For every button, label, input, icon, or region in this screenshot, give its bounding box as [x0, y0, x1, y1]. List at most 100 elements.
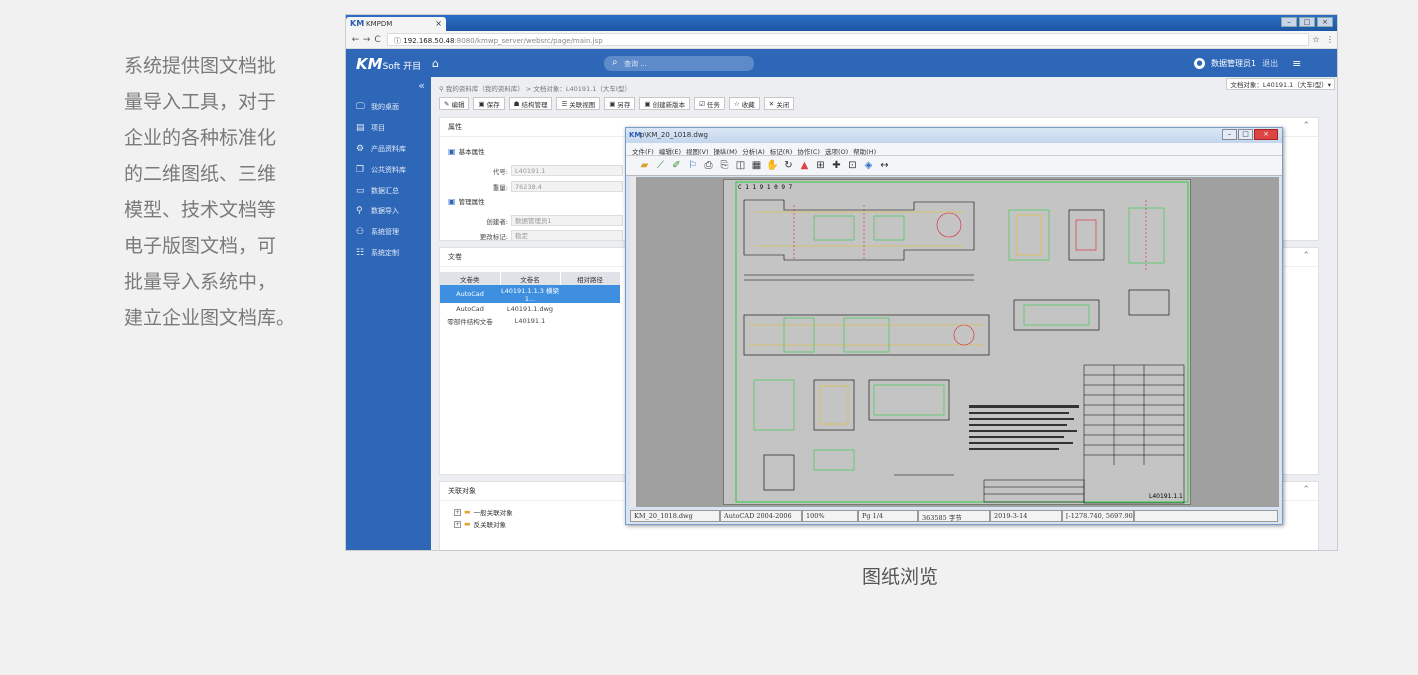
menu-help[interactable]: 帮助(H)	[853, 146, 876, 156]
zoom-window-icon[interactable]: ⊞	[814, 159, 827, 172]
url-host: 192.168.50.48	[403, 37, 455, 45]
sidebar-item-data-import[interactable]: ⚲ 数据导入	[346, 201, 431, 222]
sidebar-item-system-custom[interactable]: ☷ 系统定制	[346, 243, 431, 264]
save-button[interactable]: ▣ 保存	[473, 97, 505, 110]
column-header[interactable]: 文卷类	[440, 272, 501, 285]
markup-icon[interactable]: ⟋	[654, 159, 667, 172]
user-avatar-icon[interactable]: ●	[1194, 58, 1205, 69]
field-value[interactable]: 76238.4	[511, 181, 623, 192]
button-label: 任务	[706, 100, 720, 109]
browser-menu-icon[interactable]: ⋮	[1323, 35, 1337, 44]
sidebar-item-product-library[interactable]: ⚙ 产品资料库	[346, 139, 431, 160]
structure-button[interactable]: ☗ 结构管理	[508, 97, 553, 110]
table-row[interactable]: AutoCad L40191.1.dwg	[440, 303, 620, 315]
tab-close-icon[interactable]: ×	[435, 19, 442, 28]
intro-line: 模型、技术文档等	[124, 199, 277, 221]
pen-icon[interactable]: ✐	[670, 159, 683, 172]
sidebar-item-project[interactable]: ▤ 项目	[346, 118, 431, 139]
home-icon[interactable]: ⌂	[432, 57, 439, 70]
color-icon[interactable]: ▲	[798, 159, 811, 172]
menu-analyze[interactable]: 分析(A)	[742, 146, 765, 156]
tree-icon[interactable]: ⚐	[686, 159, 699, 172]
print-preview-icon[interactable]: ⎘	[718, 159, 731, 172]
hamburger-menu-icon[interactable]: ≡	[1292, 57, 1301, 70]
rotate-icon[interactable]: ↻	[782, 159, 795, 172]
sidebar-item-data-summary[interactable]: ▭ 数据汇总	[346, 180, 431, 201]
new-version-button[interactable]: ▣ 创建新版本	[639, 97, 691, 110]
sidebar-item-label: 数据汇总	[371, 186, 399, 195]
object-selector[interactable]: 文档对象：L40191.1（大车Ⅰ型）▾	[1226, 78, 1335, 90]
back-icon[interactable]: ←	[350, 35, 361, 45]
menu-manipulate[interactable]: 操纵(M)	[714, 146, 738, 156]
table-row[interactable]: AutoCad L40191.1.1.3 横梁1...	[440, 285, 620, 303]
edit-button[interactable]: ✎ 编辑	[439, 97, 470, 110]
drawing-canvas[interactable]: C 1 1 9 1 0 9 7 L40191.1.1	[636, 177, 1279, 507]
menu-collaborate[interactable]: 协作(C)	[797, 146, 820, 156]
minimize-icon[interactable]: –	[1281, 17, 1297, 27]
logout-link[interactable]: 退出	[1262, 58, 1278, 69]
button-label: 另存	[617, 100, 631, 109]
close-icon[interactable]: ×	[1254, 129, 1278, 140]
user-name[interactable]: 数据管理员1	[1211, 58, 1256, 69]
section-label: 基本属性	[458, 148, 485, 156]
relation-view-button[interactable]: ☰ 关联视图	[556, 97, 601, 110]
screenshot-caption: 图纸浏览	[862, 566, 939, 588]
field-value[interactable]: L40191.1	[511, 165, 623, 176]
field-value[interactable]: 数据管理员1	[511, 215, 623, 226]
reload-icon[interactable]: C	[372, 35, 383, 45]
expand-icon[interactable]: +	[454, 520, 461, 528]
sidebar-item-desktop[interactable]: 🖵 我的桌面	[346, 97, 431, 118]
browser-tab[interactable]: KM KMPDM ×	[346, 17, 446, 31]
forward-icon[interactable]: →	[361, 35, 372, 45]
field-label: 更改标记:	[479, 232, 508, 241]
menu-options[interactable]: 选项(O)	[825, 146, 848, 156]
maximize-icon[interactable]: □	[1299, 17, 1315, 27]
layout-icon[interactable]: ▦	[750, 159, 763, 172]
menu-file[interactable]: 文件(F)	[632, 146, 654, 156]
url-field[interactable]: ⓘ 192.168.50.48:8080/kmwp_server/websrc/…	[387, 33, 1309, 46]
chevron-up-icon[interactable]: ⌃	[1302, 485, 1310, 495]
menu-markup[interactable]: 标记(R)	[770, 146, 793, 156]
column-header[interactable]: 文卷名	[500, 272, 561, 285]
related-tree: + ▬ 一般关联对象 + ▬ 反关联对象	[454, 506, 513, 530]
minimize-icon[interactable]: –	[1222, 129, 1237, 140]
tree-node[interactable]: + ▬ 一般关联对象	[454, 506, 513, 518]
save-as-button[interactable]: ▣ 另存	[604, 97, 636, 110]
field-value[interactable]: 稳定	[511, 230, 623, 241]
table-cell: L40191.1.dwg	[506, 305, 554, 313]
collapse-sidebar-icon[interactable]: «	[418, 79, 425, 92]
sidebar-item-label: 我的桌面	[371, 103, 399, 112]
tree-node[interactable]: + ▬ 反关联对象	[454, 518, 513, 530]
print-icon[interactable]: ⎙	[702, 159, 715, 172]
field-change-flag: 更改标记: 稳定	[448, 230, 623, 241]
table-row[interactable]: 零部件结构文卷 L40191.1	[440, 315, 620, 327]
import-icon: ⚲	[356, 206, 363, 217]
bookmark-star-icon[interactable]: ☆	[1309, 35, 1323, 44]
layers-icon[interactable]: ◈	[862, 159, 875, 172]
open-folder-icon[interactable]: ▰	[638, 159, 651, 172]
cad-title-bar[interactable]: KM p\KM_20_1018.dwg – □ ×	[626, 128, 1282, 143]
sidebar-item-system-admin[interactable]: ⚇ 系统管理	[346, 222, 431, 243]
menu-edit[interactable]: 编辑(E)	[659, 146, 681, 156]
close-button[interactable]: ✕ 关闭	[763, 97, 795, 110]
zoom-extents-icon[interactable]: ✚	[830, 159, 843, 172]
fit-icon[interactable]: ⊡	[846, 159, 859, 172]
maximize-icon[interactable]: □	[1238, 129, 1253, 140]
chevron-up-icon[interactable]: ⌃	[1302, 121, 1310, 131]
chevron-up-icon[interactable]: ⌃	[1302, 251, 1310, 261]
task-button[interactable]: ☑ 任务	[694, 97, 725, 110]
star-icon: ☆	[733, 99, 740, 108]
sidebar-item-public-library[interactable]: ❐ 公共资料库	[346, 159, 431, 180]
intro-line: 的二维图纸、三维	[124, 163, 277, 185]
close-icon[interactable]: ×	[1317, 17, 1333, 27]
breadcrumb-text[interactable]: 我的资料库（我的资料库） > 文档对象：L40191.1（大车Ⅰ型）	[446, 85, 631, 93]
compare-icon[interactable]: ◫	[734, 159, 747, 172]
pan-icon[interactable]: ✋	[766, 159, 779, 172]
info-icon: ⓘ	[394, 37, 404, 45]
column-header[interactable]: 相对路径	[560, 272, 621, 285]
menu-view[interactable]: 视图(V)	[686, 146, 709, 156]
favorite-button[interactable]: ☆ 收藏	[728, 97, 760, 110]
expand-icon[interactable]: +	[454, 508, 461, 516]
ruler-icon[interactable]: ↔	[878, 159, 891, 172]
search-input[interactable]: ⌕ 查询 ...	[604, 56, 754, 71]
